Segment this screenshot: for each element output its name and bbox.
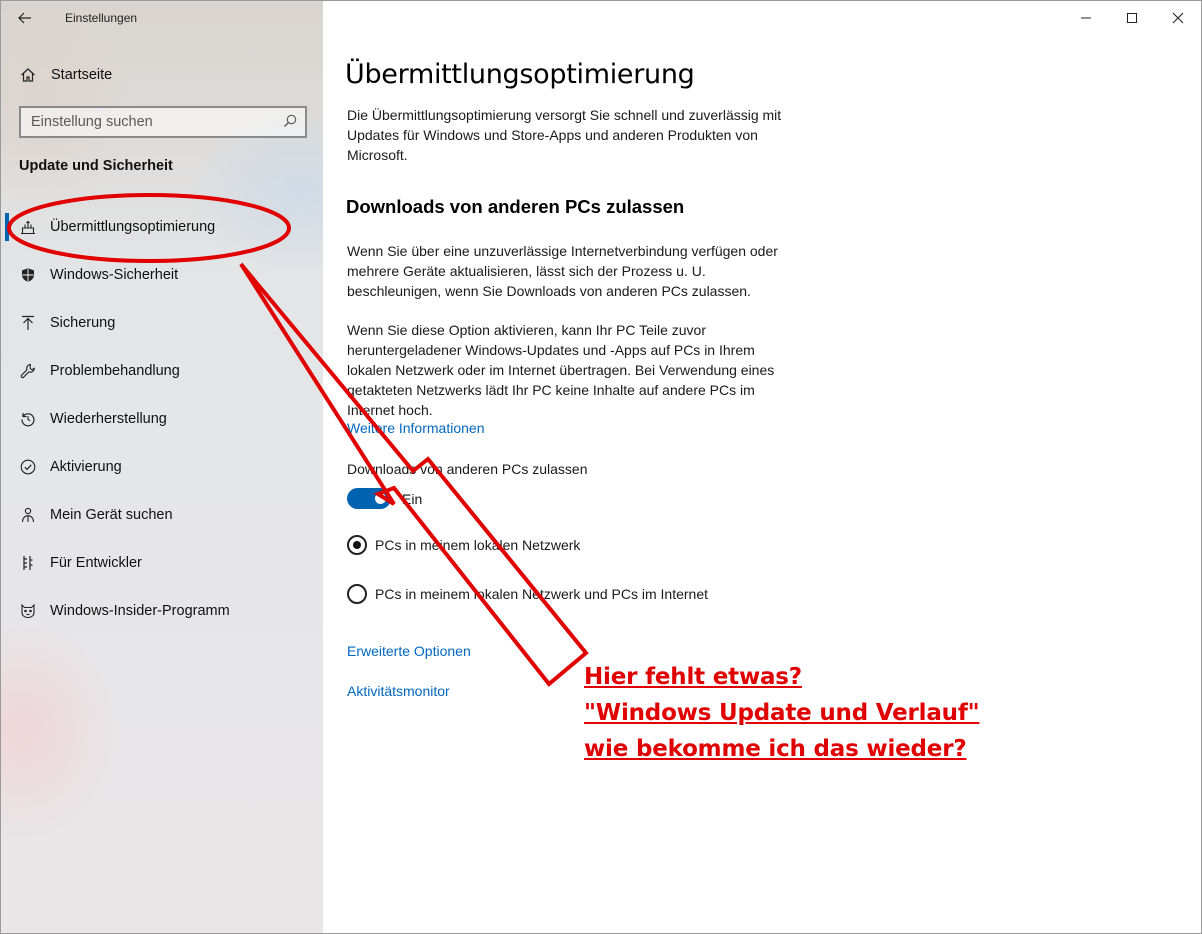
sidebar-item-label: Wiederherstellung: [50, 411, 167, 427]
sidebar-item-find-my-device[interactable]: Mein Gerät suchen: [1, 491, 323, 539]
shield-icon: [19, 267, 37, 283]
radio-local-network[interactable]: PCs in meinem lokalen Netzwerk: [347, 535, 580, 555]
search-icon: [282, 113, 298, 134]
settings-window: Einstellungen Startseite Update und Sich…: [0, 0, 1202, 934]
minimize-button[interactable]: [1063, 1, 1109, 35]
advanced-options-link[interactable]: Erweiterte Optionen: [347, 643, 471, 659]
toggle-label: Downloads von anderen PCs zulassen: [347, 461, 588, 477]
sidebar-item-label: Übermittlungsoptimierung: [50, 219, 216, 235]
intro-text: Die Übermittlungsoptimierung versorgt Si…: [347, 107, 782, 163]
arrow-left-icon: [18, 12, 31, 24]
wrench-icon: [19, 363, 37, 379]
insider-cat-icon: [19, 603, 37, 619]
sidebar-item-label: Mein Gerät suchen: [50, 507, 173, 523]
sidebar-item-label: Problembehandlung: [50, 363, 180, 379]
title-bar: Einstellungen: [1, 1, 323, 35]
allow-downloads-toggle[interactable]: [347, 488, 391, 509]
toggle-state-label: Ein: [402, 491, 423, 507]
annotation-line-2: "Windows Update und Verlauf": [584, 700, 980, 726]
annotation-line-3: wie bekomme ich das wieder?: [584, 736, 967, 762]
sidebar-item-windows-insider[interactable]: Windows-Insider-Programm: [1, 587, 323, 635]
sidebar-item-recovery[interactable]: Wiederherstellung: [1, 395, 323, 443]
sidebar-item-label: Sicherung: [50, 315, 116, 331]
description-paragraph-1: Wenn Sie über eine unzuverlässige Intern…: [347, 243, 778, 299]
developer-tools-icon: [19, 555, 37, 571]
more-info-link[interactable]: Weitere Informationen: [347, 420, 484, 436]
sidebar-section-title: Update und Sicherheit: [19, 158, 173, 174]
search-box[interactable]: [19, 106, 307, 138]
section-heading: Downloads von anderen PCs zulassen: [346, 196, 685, 217]
sidebar-item-backup[interactable]: Sicherung: [1, 299, 323, 347]
radio-label: PCs in meinem lokalen Netzwerk und PCs i…: [375, 586, 709, 602]
radio-local-and-internet[interactable]: PCs in meinem lokalen Netzwerk und PCs i…: [347, 584, 708, 604]
maximize-icon: [1127, 13, 1137, 23]
description-paragraph-2: Wenn Sie diese Option aktivieren, kann I…: [347, 322, 775, 418]
radio-label: PCs in meinem lokalen Netzwerk: [375, 537, 581, 553]
annotation-line-1: Hier fehlt etwas?: [584, 664, 802, 690]
sidebar-item-label: Windows-Insider-Programm: [50, 603, 230, 619]
minimize-icon: [1081, 17, 1091, 19]
sidebar-item-for-developers[interactable]: Für Entwickler: [1, 539, 323, 587]
page-title: Übermittlungsoptimierung: [345, 59, 695, 90]
back-button[interactable]: [1, 1, 49, 35]
home-label: Startseite: [51, 67, 113, 83]
close-button[interactable]: [1155, 1, 1201, 35]
radio-button-checked[interactable]: [347, 535, 367, 555]
sidebar-nav: Übermittlungsoptimierung Windows-Sicherh…: [1, 203, 323, 635]
close-icon: [1172, 12, 1184, 24]
backup-arrow-icon: [19, 315, 37, 331]
sidebar-item-delivery-optimization[interactable]: Übermittlungsoptimierung: [1, 203, 323, 251]
sidebar-item-activation[interactable]: Aktivierung: [1, 443, 323, 491]
activity-monitor-link[interactable]: Aktivitätsmonitor: [347, 683, 450, 699]
sidebar-item-windows-security[interactable]: Windows-Sicherheit: [1, 251, 323, 299]
person-find-icon: [19, 507, 37, 523]
maximize-button[interactable]: [1109, 1, 1155, 35]
home-link[interactable]: Startseite: [1, 57, 323, 93]
sidebar-item-label: Für Entwickler: [50, 555, 142, 571]
window-controls: [1063, 1, 1201, 35]
home-icon: [19, 67, 37, 83]
search-input[interactable]: [21, 114, 271, 130]
app-title: Einstellungen: [65, 11, 138, 25]
sidebar-item-label: Windows-Sicherheit: [50, 267, 179, 283]
check-circle-icon: [19, 459, 37, 475]
sidebar-item-label: Aktivierung: [50, 459, 122, 475]
delivery-optimization-icon: [19, 219, 37, 235]
toggle-knob: [375, 493, 386, 504]
sidebar: Einstellungen Startseite Update und Sich…: [1, 1, 323, 933]
radio-button-unchecked[interactable]: [347, 584, 367, 604]
sidebar-item-troubleshoot[interactable]: Problembehandlung: [1, 347, 323, 395]
recovery-icon: [19, 411, 37, 427]
